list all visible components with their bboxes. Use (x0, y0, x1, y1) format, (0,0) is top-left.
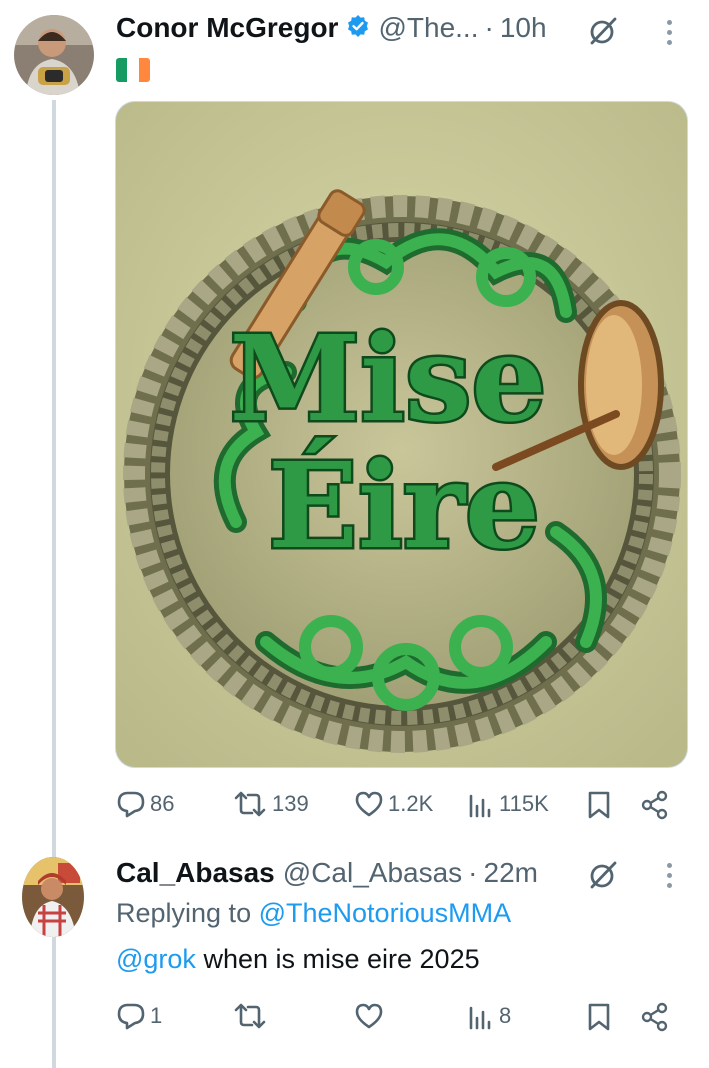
separator-dot: · (468, 857, 478, 888)
retweet-button[interactable]: 139 (232, 790, 309, 818)
verified-badge-icon (346, 14, 370, 43)
bookmark-button[interactable] (586, 790, 612, 820)
bookmark-icon (588, 791, 610, 819)
reply-count: 1 (150, 1003, 163, 1028)
grok-icon[interactable] (588, 860, 618, 895)
like-icon (355, 791, 383, 817)
ireland-flag-icon (116, 58, 150, 82)
share-button[interactable] (640, 790, 670, 820)
reply-author-handle[interactable]: @Cal_Abasas (283, 857, 462, 889)
like-button[interactable] (354, 1002, 384, 1030)
reply-author-avatar[interactable] (22, 857, 84, 937)
reply-icon (117, 1003, 145, 1030)
retweet-icon (234, 791, 266, 817)
replying-to-handle[interactable]: @TheNotoriousMMA (259, 898, 511, 928)
reply-button[interactable]: 86 (116, 790, 174, 818)
bookmark-button[interactable] (586, 1002, 612, 1032)
image-text-line2: Éire (268, 436, 540, 575)
retweet-icon (234, 1003, 266, 1029)
views-button[interactable]: 115K (467, 790, 549, 818)
reply-time[interactable]: 22m (484, 857, 538, 889)
reply-button[interactable]: 1 (116, 1002, 162, 1030)
bookmark-icon (588, 1003, 610, 1031)
replying-to-label: Replying to (116, 898, 252, 928)
like-icon (355, 1003, 383, 1029)
more-icon[interactable] (667, 863, 672, 888)
author-handle[interactable]: @The... (378, 12, 478, 44)
more-icon[interactable] (667, 20, 672, 45)
views-icon (469, 1006, 491, 1030)
author-name[interactable]: Conor McGregor (116, 12, 338, 44)
reply-author-name[interactable]: Cal_Abasas (116, 857, 275, 889)
tweet-time[interactable]: 10h (500, 12, 547, 44)
reply-icon (117, 791, 145, 818)
like-button[interactable]: 1.2K (354, 790, 433, 818)
reply-body: when is mise eire 2025 (203, 944, 480, 974)
views-count: 8 (499, 1003, 512, 1028)
tweet-image[interactable]: Mise Éire (115, 101, 688, 768)
author-avatar[interactable] (14, 15, 94, 95)
reply-count: 86 (150, 791, 175, 816)
share-button[interactable] (640, 1002, 670, 1032)
retweet-count: 139 (272, 791, 309, 816)
views-count: 115K (499, 791, 549, 816)
image-text-line1: Mise (230, 309, 547, 448)
grok-icon[interactable] (588, 16, 618, 51)
reply-text: @grok when is mise eire 2025 (116, 944, 480, 975)
replying-to: Replying to @TheNotoriousMMA (116, 898, 511, 929)
share-icon (641, 790, 668, 820)
like-count: 1.2K (388, 791, 434, 816)
mention-link[interactable]: @grok (116, 944, 196, 974)
views-icon (469, 794, 491, 818)
retweet-button[interactable] (232, 1002, 268, 1030)
views-button[interactable]: 8 (467, 1002, 511, 1030)
separator-dot: · (484, 12, 494, 43)
share-icon (641, 1002, 668, 1032)
